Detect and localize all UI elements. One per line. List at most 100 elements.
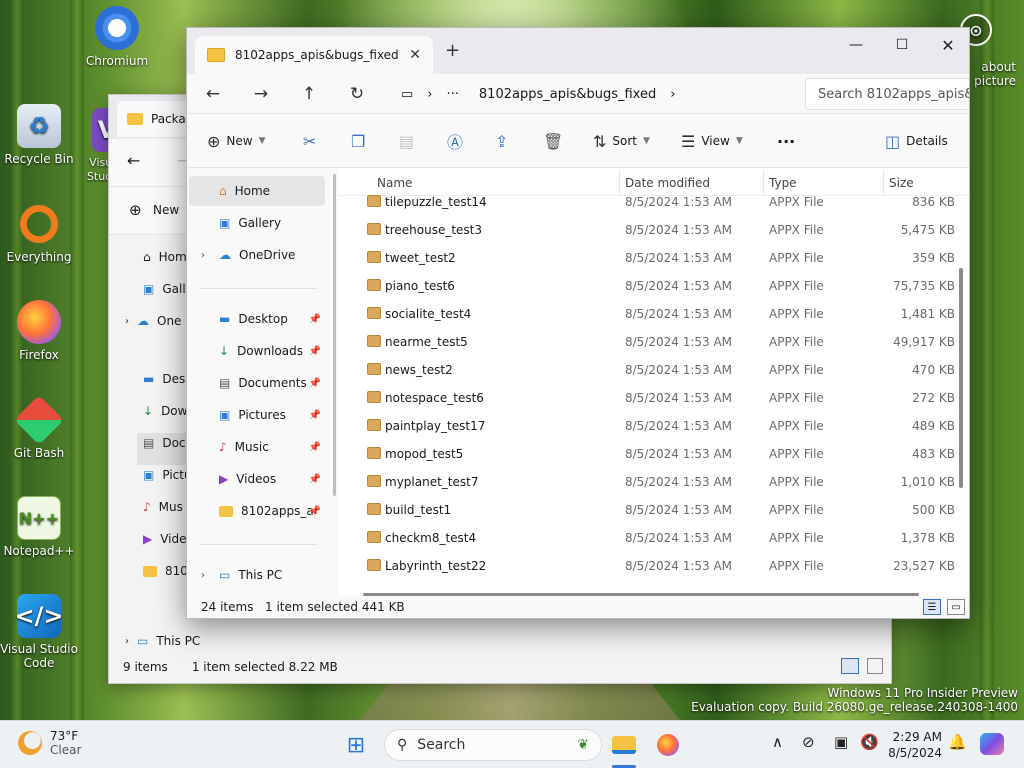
- file-size: 470 KB: [912, 363, 955, 377]
- sidebar-item-gallery[interactable]: ▣ Gallery: [189, 208, 325, 238]
- file-row[interactable]: news_test2 8/5/2024 1:53 AM APPX File 470 K…: [339, 356, 955, 384]
- sidebar-item-videos[interactable]: ▶ Videos 📌: [189, 464, 325, 494]
- desktop-icon-chromium[interactable]: Chromium: [77, 6, 157, 68]
- file-row[interactable]: tilepuzzle_test14 8/5/2024 1:53 AM APPX Fi…: [339, 188, 955, 216]
- file-row[interactable]: mopod_test5 8/5/2024 1:53 AM APPX File 483 …: [339, 440, 955, 468]
- chevron-right-icon[interactable]: ›: [201, 250, 205, 261]
- forward-button[interactable]: →: [247, 80, 275, 108]
- details-view-button[interactable]: ☰: [923, 599, 941, 615]
- appx-file-icon: [367, 503, 381, 515]
- tiles-view-button[interactable]: ▭: [947, 599, 965, 615]
- chevron-up-icon[interactable]: ∧: [772, 733, 783, 751]
- new-tab-button[interactable]: +: [445, 40, 460, 61]
- file-date: 8/5/2024 1:53 AM: [625, 251, 733, 265]
- file-row[interactable]: tweet_test2 8/5/2024 1:53 AM APPX File 359 …: [339, 244, 955, 272]
- sidebar-item-folder[interactable]: 8102apps_ap 📌: [189, 496, 325, 526]
- file-row[interactable]: checkm8_test4 8/5/2024 1:53 AM APPX File 1,…: [339, 524, 955, 552]
- sidebar-item-downloads[interactable]: ↓ Downloads 📌: [189, 336, 325, 366]
- windows-start-icon[interactable]: ⊞: [342, 731, 370, 759]
- close-window-button[interactable]: ✕: [925, 30, 969, 60]
- network-off-icon[interactable]: ⊘: [802, 733, 815, 751]
- sidebar-item-onedrive[interactable]: › ☁ OneDrive: [189, 240, 325, 270]
- taskbar-search[interactable]: ⚲ Search ❦: [384, 729, 602, 761]
- new-button[interactable]: ⊕ New ▼: [207, 126, 266, 156]
- desktop-icon-firefox[interactable]: Firefox: [0, 300, 79, 362]
- chevron-right-icon[interactable]: ›: [670, 87, 675, 102]
- videos-icon: ▶: [143, 532, 153, 546]
- chevron-down-icon: ▼: [258, 136, 266, 146]
- weather-widget[interactable]: 73°F Clear: [18, 729, 81, 757]
- copy-button[interactable]: ❐: [351, 126, 365, 156]
- download-icon: ↓: [219, 344, 230, 358]
- share-button[interactable]: ⇪: [495, 126, 508, 156]
- up-button[interactable]: ↑: [295, 80, 323, 108]
- desktop-icon-notepadpp[interactable]: N++ Notepad++: [0, 496, 79, 558]
- desktop-icon-git-bash[interactable]: Git Bash: [0, 395, 79, 460]
- clock-date: 8/5/2024: [888, 746, 942, 760]
- sidebar-item-desktop[interactable]: ▬ Desktop 📌: [189, 304, 325, 334]
- vertical-scrollbar[interactable]: [959, 268, 963, 488]
- chevron-down-icon: ▼: [643, 136, 650, 146]
- active-tab[interactable]: 8102apps_apis&bugs_fixed ✕: [195, 36, 433, 74]
- sidebar-item-music[interactable]: ♪ Music 📌: [189, 432, 325, 462]
- view-button[interactable]: ☰ View ▼: [681, 126, 743, 156]
- delete-button[interactable]: 🗑: [543, 126, 563, 156]
- file-explorer-icon[interactable]: [610, 731, 638, 759]
- back-button[interactable]: ←: [199, 80, 227, 108]
- system-clock[interactable]: 2:29 AM 8/5/2024: [880, 729, 942, 761]
- chevron-right-icon[interactable]: ›: [201, 570, 205, 581]
- maximize-button[interactable]: ☐: [879, 30, 925, 60]
- notification-bell-icon[interactable]: 🔔: [948, 733, 967, 751]
- desktop-icon-everything[interactable]: Everything: [0, 202, 79, 264]
- close-tab-icon[interactable]: ✕: [409, 47, 421, 63]
- more-path-icon[interactable]: ···: [447, 87, 459, 102]
- file-row[interactable]: paintplay_test17 8/5/2024 1:53 AM APPX Fil…: [339, 412, 955, 440]
- file-row[interactable]: myplanet_test7 8/5/2024 1:53 AM APPX File 1…: [339, 468, 955, 496]
- more-options-button[interactable]: ···: [777, 126, 795, 156]
- appx-file-icon: [367, 307, 381, 319]
- file-row[interactable]: Labyrinth_test22 8/5/2024 1:53 AM APPX Fil…: [339, 552, 955, 580]
- sidebar-item-documents[interactable]: ▤ Documents 📌: [189, 368, 325, 398]
- rename-button[interactable]: Ⓐ: [447, 126, 463, 156]
- sidebar-scrollbar[interactable]: [333, 174, 336, 496]
- refresh-button[interactable]: ↻: [343, 80, 371, 108]
- desktop-icon-label: Git Bash: [13, 446, 65, 460]
- bg-new-label[interactable]: New: [153, 203, 179, 217]
- firefox-taskbar-icon[interactable]: [654, 731, 682, 759]
- file-row[interactable]: piano_test6 8/5/2024 1:53 AM APPX File 75,7…: [339, 272, 955, 300]
- desktop-icon-label: Chromium: [85, 54, 149, 68]
- plus-circle-icon: ⊕: [207, 131, 221, 151]
- address-bar[interactable]: ▭ › ··· 8102apps_apis&bugs_fixed ›: [391, 78, 793, 110]
- videos-icon: ▶: [219, 472, 229, 486]
- explorer-window[interactable]: 8102apps_apis&bugs_fixed ✕ + — ☐ ✕ ← → ↑…: [186, 27, 970, 619]
- minimize-button[interactable]: —: [833, 30, 879, 60]
- appx-file-icon: [367, 419, 381, 431]
- appx-file-icon: [367, 195, 381, 207]
- details-button[interactable]: ◫ Details: [885, 126, 948, 156]
- file-row[interactable]: nearme_test5 8/5/2024 1:53 AM APPX File 49,…: [339, 328, 955, 356]
- desktop-icon-vscode[interactable]: </> Visual Studio Code: [0, 594, 79, 670]
- file-row[interactable]: socialite_test4 8/5/2024 1:53 AM APPX File…: [339, 300, 955, 328]
- details-view-button[interactable]: [841, 658, 859, 674]
- sidebar-item-home[interactable]: ⌂ Home: [189, 176, 325, 206]
- file-row[interactable]: treehouse_test3 8/5/2024 1:53 AM APPX File…: [339, 216, 955, 244]
- file-row[interactable]: notespace_test6 8/5/2024 1:53 AM APPX File…: [339, 384, 955, 412]
- file-row[interactable]: build_test1 8/5/2024 1:53 AM APPX File 500 …: [339, 496, 955, 524]
- file-size: 5,475 KB: [900, 223, 955, 237]
- sidebar-item-this-pc[interactable]: › ▭ This PC: [189, 560, 325, 590]
- sort-button[interactable]: ⇅ Sort ▼: [593, 126, 650, 156]
- back-arrow-icon[interactable]: ←: [127, 151, 140, 170]
- breadcrumb[interactable]: 8102apps_apis&bugs_fixed: [479, 87, 656, 102]
- volume-mute-icon[interactable]: 🔇: [860, 733, 879, 751]
- display-icon[interactable]: ▣: [834, 733, 848, 751]
- cut-button[interactable]: ✂: [303, 126, 316, 156]
- paste-button[interactable]: ▤: [399, 126, 414, 156]
- tiles-view-button[interactable]: [867, 658, 883, 674]
- plus-icon[interactable]: ⊕: [129, 201, 142, 219]
- clipboard-icon: ▤: [399, 131, 415, 151]
- pin-icon: 📌: [308, 345, 321, 357]
- sidebar-item-pictures[interactable]: ▣ Pictures 📌: [189, 400, 325, 430]
- search-input[interactable]: Search 8102apps_apis&b: [805, 78, 969, 110]
- file-type: APPX File: [769, 251, 824, 265]
- copilot-icon[interactable]: [980, 733, 1004, 755]
